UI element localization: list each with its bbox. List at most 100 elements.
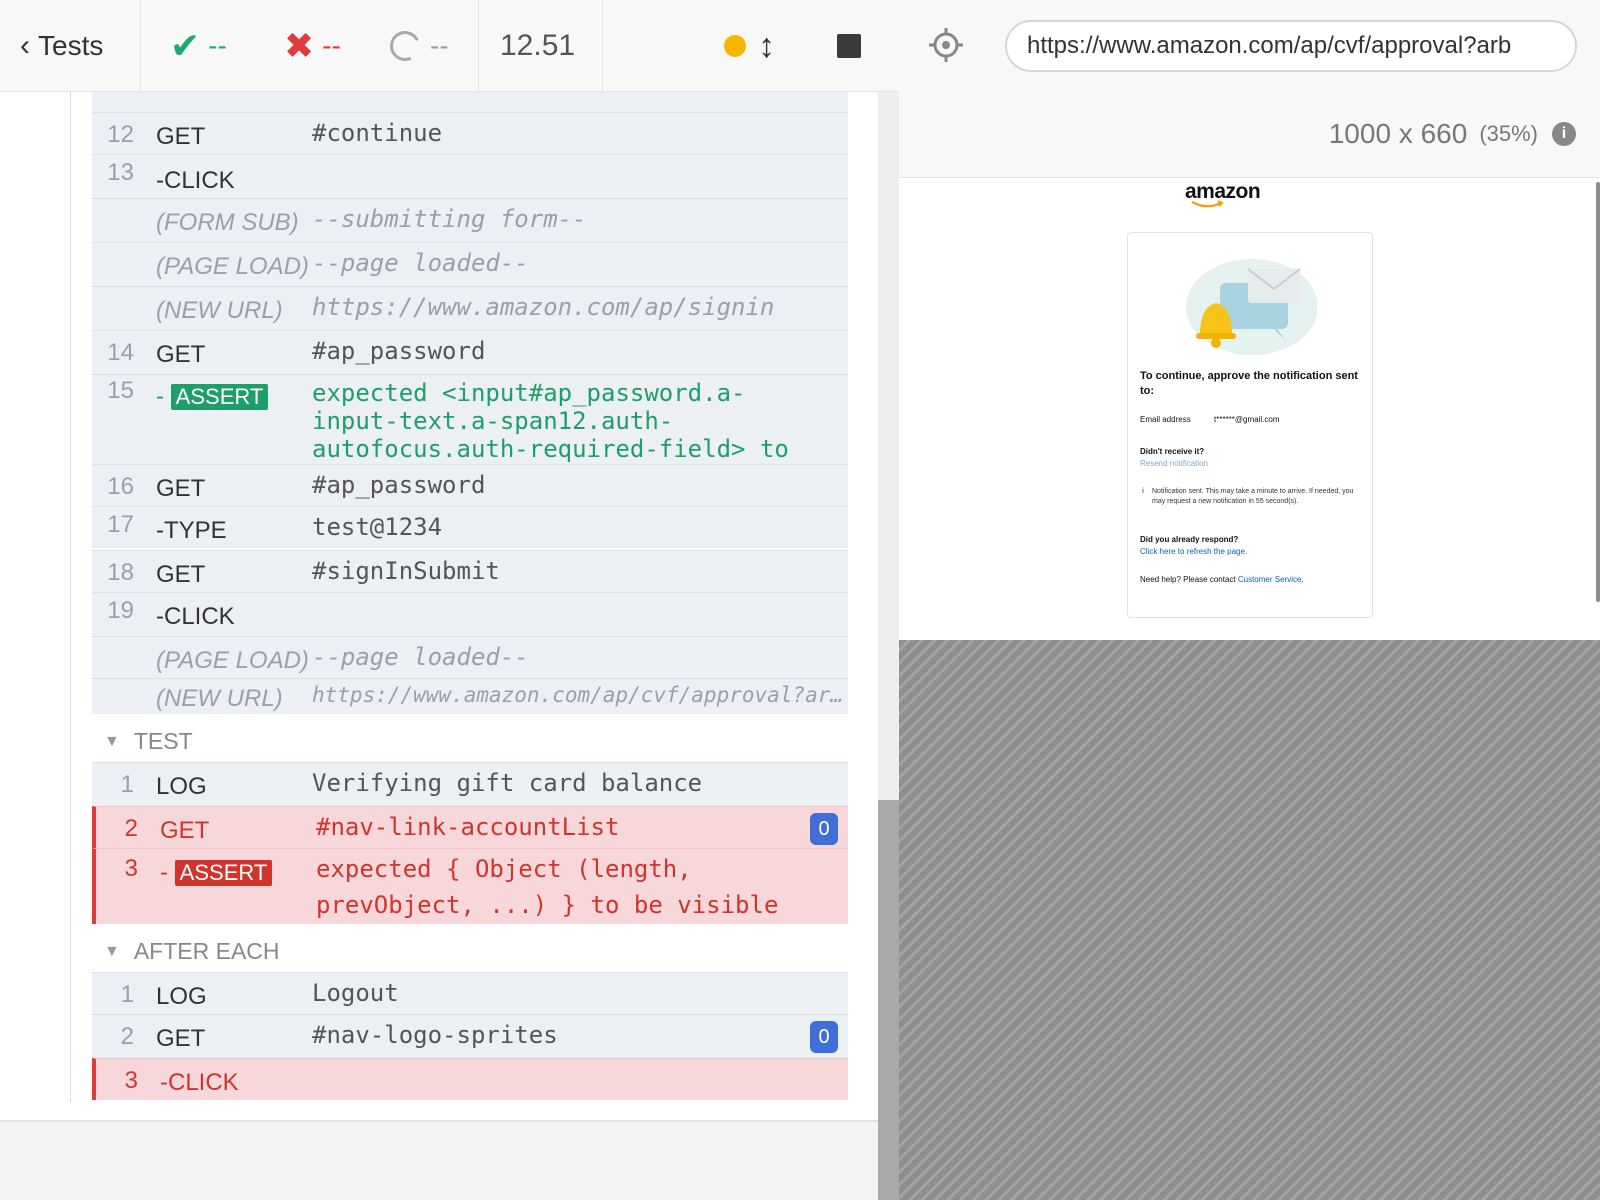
command-message: test@1234 [312,513,443,541]
command-name: GET [156,123,206,150]
passed-count: ✔ -- [170,0,227,92]
command-number: 18 [107,559,134,586]
autoscroll-toggle-icon[interactable]: ↕ [758,0,775,92]
command-number: 19 [107,597,134,624]
section-title: AFTER EACH [133,938,280,964]
failed-command-row[interactable]: 3- ASSERT expected { Object (length, prev… [92,848,848,924]
approval-card: To continue, approve the notification se… [1127,232,1373,618]
info-icon[interactable]: i [1552,122,1576,146]
log-scrollbar-thumb[interactable] [878,800,899,1200]
command-row[interactable]: 12 GET #continue [92,112,848,154]
assert-state: visible [677,891,779,919]
app-under-test-panel: https://www.amazon.com/ap/cvf/approval?a… [899,0,1600,1200]
running-status-icon [724,0,746,92]
viewport-size: 1000 x 660 [1328,118,1468,149]
checkmark-icon: ✔ [170,25,201,66]
command-row[interactable]: 2 GET #nav-logo-sprites 0 [92,1014,848,1058]
command-row[interactable]: 16 GET #ap_password [92,464,848,506]
command-row[interactable]: 18 GET #signInSubmit [92,550,848,592]
aut-scrollbar[interactable] [1596,182,1600,602]
aut-header: https://www.amazon.com/ap/cvf/approval?a… [899,0,1600,178]
command-message: #nav-link-accountList [316,813,620,841]
hook-gutter [70,92,71,1102]
command-number: 3 [124,855,138,882]
assert-expected-text: expected [316,855,432,883]
help-text: Need help? Please contact Customer Servi… [1140,575,1362,584]
pending-value: -- [430,30,449,61]
command-name: -TYPE [156,92,227,97]
failed-count: ✖ -- [284,0,341,92]
section-title: TEST [133,728,193,754]
aut-url-field[interactable]: https://www.amazon.com/ap/cvf/approval?a… [1005,20,1577,72]
event-message: --page loaded-- [312,249,529,277]
event-message: --page loaded-- [312,643,529,671]
pending-count: -- [385,0,449,92]
after-each-section-header[interactable]: ▼ AFTER EACH [104,938,280,965]
notification-sent-note: i Notification sent. This may take a min… [1140,487,1362,507]
command-row[interactable]: 14 GET #ap_password [92,330,848,374]
command-row[interactable]: (FORM SUB) --submitting form-- [92,198,848,242]
command-row[interactable]: 19 -CLICK [92,592,848,636]
refresh-page-link[interactable]: Click here to refresh the page. [1140,547,1362,556]
command-row[interactable]: (NEW URL) https://www.amazon.com/ap/signi… [92,286,848,330]
command-row[interactable]: 1 LOG Logout [92,972,848,1014]
duration: 12.51 [500,29,576,62]
command-message: #ap_password [312,471,486,499]
cross-icon: ✖ [284,25,315,66]
command-number: 14 [107,339,134,366]
command-number: 16 [107,473,134,500]
stop-icon [837,34,861,58]
command-list: 1 1 -TYPE testmail...@gmail.com 12 GET #contin… [0,92,878,1122]
command-row[interactable]: 2 GET #nav-link-accountList 0 [92,806,848,848]
command-name: GET [160,817,210,844]
command-message: Logout [312,979,399,1007]
already-respond-label: Did you already respond? [1140,535,1239,544]
selector-playground-crosshair-icon[interactable] [929,28,963,62]
command-name: -CLICK [156,167,235,194]
element-count-badge[interactable]: 0 [810,813,838,845]
command-row[interactable]: (PAGE LOAD) --page loaded-- [92,242,848,286]
command-row[interactable]: 1 LOG Verifying gift card balance [92,762,848,806]
customer-service-link[interactable]: Customer Service [1238,575,1302,584]
command-number: 2 [124,815,138,842]
tests-label: Tests [38,30,104,61]
aut-iframe[interactable]: amazon To continue, approve the notifica… [899,178,1600,640]
command-message: #continue [312,119,443,147]
command-number: 3 [124,1067,138,1094]
command-number: 1 [120,771,134,798]
event-message: https://www.amazon.com/ap/signin [312,293,775,321]
command-row[interactable]: 17 -TYPE test@1234 [92,506,848,548]
assert-expected-text: expected [312,379,428,407]
command-name: GET [156,341,206,368]
event-label: (NEW URL) [156,297,283,324]
back-to-tests-button[interactable]: ‹ Tests [20,0,103,92]
stop-button[interactable] [837,0,861,92]
viewport-scale: (35%) [1479,121,1538,146]
command-message: testmail...@gmail.com [312,92,615,93]
chevron-left-icon: ‹ [20,29,30,62]
resend-notification-link[interactable]: Resend notification [1140,459,1362,468]
event-label: (PAGE LOAD) [156,647,309,674]
command-message: Verifying gift card balance [312,769,703,797]
event-label: (FORM SUB) [156,209,299,236]
command-name: -TYPE [156,517,227,544]
aut-empty-area [899,640,1600,1200]
didnt-receive-label: Didn't receive it? [1140,447,1205,456]
test-section-header[interactable]: ▼ TEST [104,728,193,755]
command-row[interactable]: 15- ASSERT expected <input#ap_password.a-… [92,374,848,491]
command-log-panel: ‹ Tests ✔ -- ✖ -- -- 12.51 ↕ 11-TYPEtest… [0,0,899,1200]
viewport-info: 1000 x 660 (35%) i [1329,118,1576,150]
command-row[interactable]: 11-TYPEtestmail...@gmail.com [92,92,848,112]
command-row[interactable]: (NEW URL) https://www.amazon.com/ap/cvf/a… [92,678,848,714]
note-text: Notification sent. This may take a minut… [1152,488,1354,505]
child-dash: - [160,859,175,886]
command-row[interactable]: 13 -CLICK [92,154,848,198]
element-count-badge[interactable]: 0 [810,1021,838,1053]
command-name: GET [156,561,206,588]
command-row[interactable]: 3 -CLICK [92,1058,848,1100]
command-row[interactable]: (PAGE LOAD) --page loaded-- [92,636,848,678]
command-name: GET [156,475,206,502]
command-number: 15 [107,377,134,404]
command-name: GET [156,1025,206,1052]
command-name: LOG [156,983,207,1010]
